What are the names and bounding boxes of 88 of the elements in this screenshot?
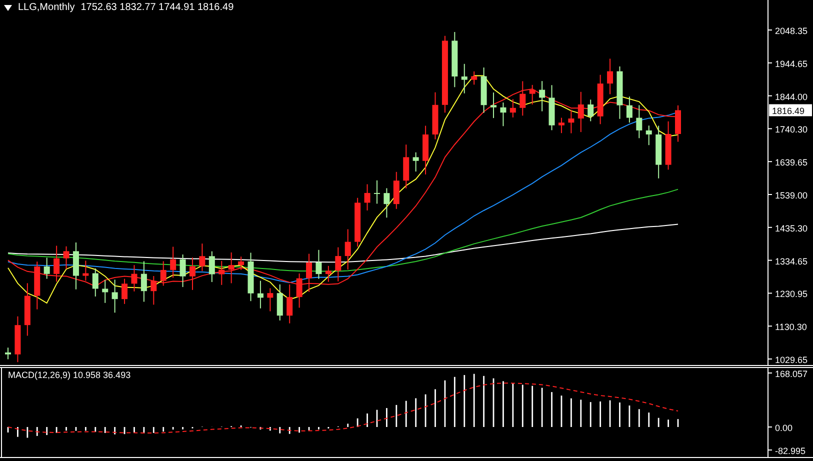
candlestick bbox=[34, 261, 40, 310]
candlestick bbox=[257, 280, 264, 309]
candlestick bbox=[432, 92, 438, 140]
candlestick bbox=[344, 228, 351, 270]
candlestick bbox=[140, 260, 147, 302]
candlestick bbox=[5, 347, 11, 360]
candlestick bbox=[646, 125, 652, 146]
candlestick bbox=[665, 120, 672, 170]
ohlc-values: 1752.63 1832.77 1744.91 1816.49 bbox=[80, 3, 234, 13]
candlestick bbox=[597, 74, 604, 125]
candlestick bbox=[520, 80, 526, 116]
candlestick bbox=[131, 264, 138, 292]
candlestick bbox=[82, 260, 89, 282]
axis-label: 0.00 bbox=[775, 423, 793, 433]
candlestick bbox=[568, 109, 574, 134]
candlestick bbox=[452, 31, 458, 88]
candlestick bbox=[267, 288, 274, 312]
candlestick bbox=[286, 284, 293, 324]
candlestick bbox=[180, 254, 186, 288]
axis-label: 1639.65 bbox=[775, 158, 808, 168]
candlestick bbox=[588, 99, 594, 122]
candlestick bbox=[364, 184, 370, 211]
axis-label: 1539.00 bbox=[775, 190, 808, 200]
axis-label: 1230.95 bbox=[775, 289, 808, 300]
current-price-tag: 1816.49 bbox=[769, 104, 812, 116]
candlestick bbox=[374, 180, 380, 204]
candlestick bbox=[316, 249, 322, 280]
indicator-label: MACD(12,26,9) 10.958 36.493 bbox=[8, 370, 131, 380]
axis-label: 2048.35 bbox=[775, 26, 808, 36]
candlestick bbox=[54, 245, 60, 282]
candlestick bbox=[238, 256, 244, 270]
candlestick bbox=[170, 246, 176, 278]
candlestick bbox=[72, 242, 79, 290]
axis-label: 1844.00 bbox=[775, 92, 808, 102]
candlestick bbox=[296, 272, 302, 308]
candlestick bbox=[325, 265, 332, 282]
axis-label: 1130.30 bbox=[775, 322, 807, 332]
candlestick bbox=[461, 63, 468, 94]
candlestick bbox=[14, 316, 21, 363]
candlestick bbox=[102, 280, 108, 304]
candlestick bbox=[63, 246, 70, 270]
axis-label: 1334.65 bbox=[775, 256, 808, 266]
symbol-label: LLG,Monthly bbox=[18, 3, 75, 13]
candlestick bbox=[626, 96, 632, 124]
candlestick bbox=[218, 260, 225, 286]
candlestick bbox=[248, 252, 254, 302]
candlestick bbox=[150, 276, 157, 306]
candlestick bbox=[208, 250, 215, 283]
axis-label: 1944.65 bbox=[775, 58, 808, 69]
dropdown-triangle-icon[interactable] bbox=[4, 5, 12, 11]
candlestick bbox=[112, 279, 118, 314]
candlestick bbox=[422, 125, 429, 175]
axis-label: -82.995 bbox=[775, 446, 806, 456]
candlestick bbox=[190, 257, 196, 290]
candlestick bbox=[306, 253, 312, 292]
candlestick bbox=[354, 197, 361, 248]
candlestick bbox=[558, 117, 564, 134]
candlestick bbox=[616, 66, 623, 120]
candlestick bbox=[548, 84, 555, 131]
axis-label: 1029.65 bbox=[775, 355, 808, 365]
candlestick bbox=[393, 171, 400, 210]
candlestick bbox=[490, 92, 496, 119]
candlestick bbox=[44, 257, 50, 280]
candlestick bbox=[335, 246, 342, 282]
candlestick bbox=[510, 98, 516, 118]
axis-label: 1435.30 bbox=[775, 223, 808, 234]
candlestick bbox=[636, 104, 642, 139]
axis-label: 1740.30 bbox=[775, 124, 808, 135]
candlestick bbox=[471, 70, 478, 86]
candlestick bbox=[675, 104, 681, 142]
candlestick bbox=[384, 188, 390, 218]
candlestick bbox=[539, 80, 546, 112]
candlestick bbox=[403, 144, 410, 189]
candlestick bbox=[480, 67, 487, 114]
candlestick bbox=[276, 284, 283, 321]
candlestick bbox=[160, 260, 166, 286]
candlestick bbox=[656, 125, 662, 179]
candlestick bbox=[578, 91, 584, 133]
candlestick bbox=[412, 152, 419, 172]
candlestick bbox=[607, 58, 614, 95]
candlestick bbox=[500, 102, 506, 127]
candlestick bbox=[24, 282, 30, 336]
candlestick bbox=[199, 243, 206, 272]
candlestick bbox=[228, 252, 234, 284]
candlestick bbox=[529, 84, 536, 105]
candlestick bbox=[122, 278, 128, 304]
axis-label: 168.057 bbox=[775, 369, 808, 379]
candlestick bbox=[92, 268, 98, 297]
